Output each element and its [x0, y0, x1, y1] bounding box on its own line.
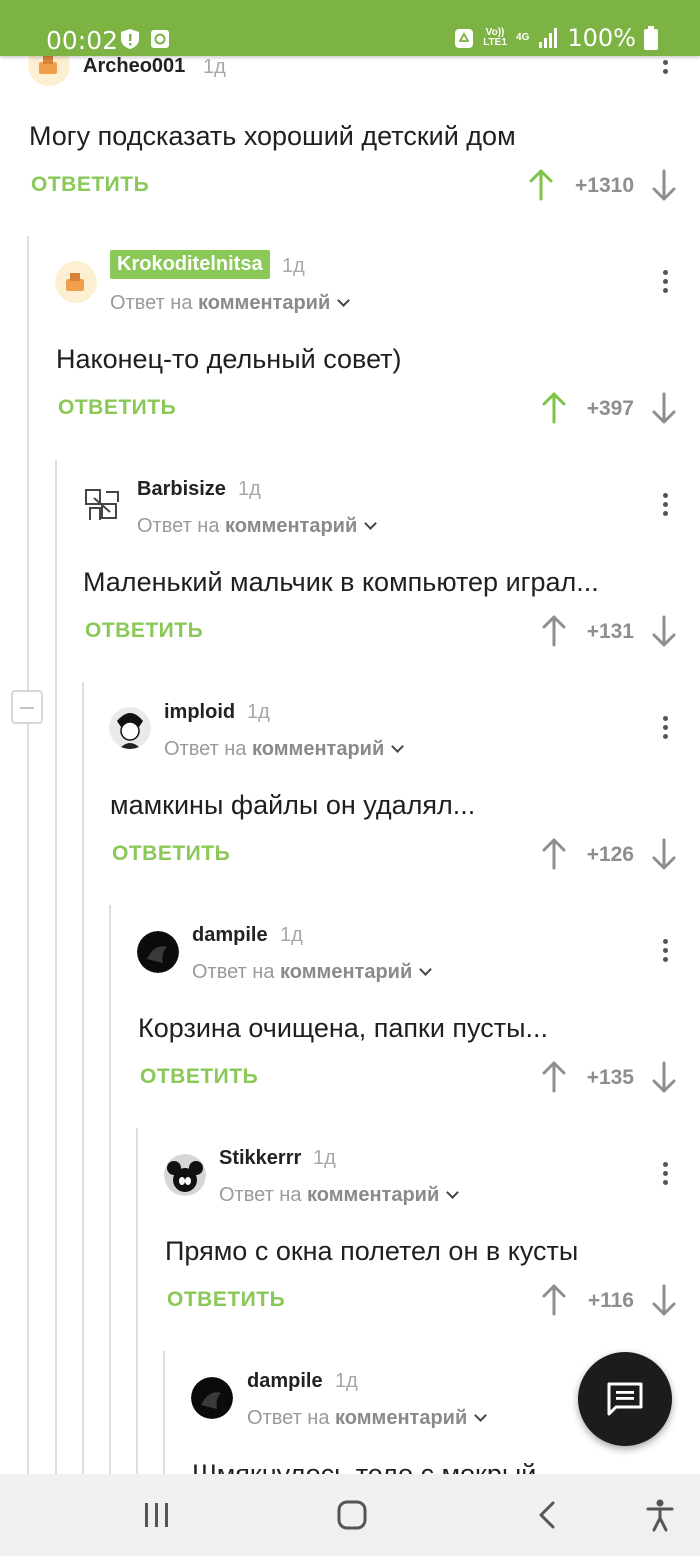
- comment-icon: [607, 1382, 643, 1416]
- comment-rating: +131: [586, 620, 634, 643]
- comment: imploid 1д Ответ на комментарий мамкины …: [0, 686, 700, 896]
- more-options-button[interactable]: [650, 264, 680, 298]
- reply-button[interactable]: ОТВЕТИТЬ: [112, 842, 230, 866]
- avatar[interactable]: [109, 707, 151, 749]
- comment-age: 1д: [238, 478, 261, 500]
- comment-text: Маленький мальчик в компьютер играл...: [83, 567, 599, 597]
- comment-text: Шмякнулось тело с мокрый...: [192, 1459, 559, 1474]
- reply-to-link[interactable]: Ответ на комментарий: [164, 738, 405, 761]
- downvote-icon[interactable]: [651, 614, 677, 648]
- upvote-icon[interactable]: [528, 168, 554, 202]
- comment-rating: +126: [586, 843, 634, 866]
- comment-text: мамкины файлы он удалял...: [110, 790, 476, 820]
- reply-to-prefix: Ответ на: [192, 961, 275, 983]
- comment-text: Прямо с окна полетел он в кусты: [165, 1236, 579, 1266]
- reply-to-target: комментарий: [252, 738, 385, 760]
- comment: Stikkerrr 1д Ответ на комментарий Прямо …: [0, 1132, 700, 1342]
- comment-author[interactable]: Stikkerrr: [219, 1147, 301, 1170]
- reply-to-prefix: Ответ на: [137, 515, 220, 537]
- signal-icon: [539, 28, 558, 48]
- recycle-icon: [455, 29, 474, 48]
- accessibility-icon[interactable]: [646, 1498, 674, 1532]
- more-options-button[interactable]: [650, 487, 680, 521]
- comment-age: 1д: [280, 924, 303, 946]
- comment-text: Могу подсказать хороший детский дом: [29, 121, 516, 151]
- app-notification-icon: [151, 30, 169, 48]
- reply-to-link[interactable]: Ответ на комментарий: [219, 1184, 460, 1207]
- comment-text: Наконец-то дельный совет): [56, 344, 402, 374]
- avatar[interactable]: [191, 1377, 233, 1419]
- reply-to-target: комментарий: [335, 1407, 468, 1429]
- status-time: 00:02: [46, 26, 119, 55]
- chevron-down-icon: [419, 963, 433, 976]
- comment-author[interactable]: Barbisize: [137, 478, 226, 501]
- chevron-down-icon: [364, 517, 378, 530]
- chevron-down-icon: [337, 294, 351, 307]
- chevron-down-icon: [391, 740, 405, 753]
- reply-to-target: комментарий: [307, 1184, 440, 1206]
- reply-to-target: комментарий: [225, 515, 358, 537]
- comment-age: 1д: [282, 255, 305, 277]
- reply-to-link[interactable]: Ответ на комментарий: [137, 515, 378, 538]
- comment-feed: Archeo001 1д Могу подсказать хороший дет…: [0, 0, 700, 1474]
- comment-age: 1д: [313, 1147, 336, 1169]
- volte-indicator: Vo)) LTE1: [483, 27, 507, 48]
- avatar[interactable]: [55, 261, 97, 303]
- recent-apps-icon[interactable]: [143, 1501, 171, 1529]
- comment-rating: +1310: [575, 174, 634, 197]
- comment-rating: +135: [586, 1066, 634, 1089]
- reply-to-target: комментарий: [280, 961, 413, 983]
- comment-age: 1д: [335, 1370, 358, 1392]
- reply-to-link[interactable]: Ответ на комментарий: [110, 292, 351, 315]
- comment-author[interactable]: Krokoditelnitsa: [110, 250, 270, 279]
- comment-rating: +397: [586, 397, 634, 420]
- comment-author[interactable]: dampile: [192, 924, 268, 947]
- reply-to-prefix: Ответ на: [164, 738, 247, 760]
- more-options-button[interactable]: [650, 933, 680, 967]
- reply-button[interactable]: ОТВЕТИТЬ: [167, 1288, 285, 1312]
- more-options-button[interactable]: [650, 1156, 680, 1190]
- downvote-icon[interactable]: [651, 837, 677, 871]
- downvote-icon[interactable]: [651, 168, 677, 202]
- home-icon[interactable]: [337, 1500, 367, 1530]
- battery-icon: [644, 26, 658, 50]
- reply-button[interactable]: ОТВЕТИТЬ: [140, 1065, 258, 1089]
- comment-rating: +116: [587, 1289, 634, 1312]
- comment-age: 1д: [247, 701, 270, 723]
- chevron-down-icon: [446, 1186, 460, 1199]
- more-options-button[interactable]: [650, 710, 680, 744]
- reply-to-link[interactable]: Ответ на комментарий: [247, 1407, 488, 1430]
- navigation-bar: [0, 1474, 700, 1556]
- chevron-down-icon: [474, 1409, 488, 1422]
- add-comment-button[interactable]: [578, 1352, 672, 1446]
- reply-to-target: комментарий: [198, 292, 331, 314]
- comment-author[interactable]: imploid: [164, 701, 235, 724]
- comment: dampile 1д Ответ на комментарий Корзина …: [0, 909, 700, 1119]
- reply-button[interactable]: ОТВЕТИТЬ: [58, 396, 176, 420]
- reply-to-link[interactable]: Ответ на комментарий: [192, 961, 433, 984]
- reply-to-prefix: Ответ на: [110, 292, 193, 314]
- downvote-icon[interactable]: [651, 1283, 677, 1317]
- comment-author[interactable]: dampile: [247, 1370, 323, 1393]
- network-type: 4G: [516, 32, 530, 43]
- comment-author[interactable]: Archeo001: [83, 55, 185, 78]
- avatar[interactable]: [82, 484, 124, 526]
- comment-age: 1д: [203, 56, 226, 78]
- downvote-icon[interactable]: [651, 391, 677, 425]
- status-bar: 00:02 Vo)) LTE1 4G 100%: [0, 0, 700, 56]
- avatar[interactable]: [137, 931, 179, 973]
- reply-to-prefix: Ответ на: [247, 1407, 330, 1429]
- reply-button[interactable]: ОТВЕТИТЬ: [85, 619, 203, 643]
- shield-icon: [121, 29, 139, 49]
- reply-to-prefix: Ответ на: [219, 1184, 302, 1206]
- avatar[interactable]: [164, 1154, 206, 1196]
- comment-text: Корзина очищена, папки пусты...: [138, 1013, 549, 1043]
- downvote-icon[interactable]: [651, 1060, 677, 1094]
- comment: Krokoditelnitsa 1д Ответ на комментарий …: [0, 240, 700, 450]
- reply-button[interactable]: ОТВЕТИТЬ: [31, 173, 149, 197]
- battery-level: 100%: [567, 24, 636, 52]
- back-icon[interactable]: [537, 1500, 559, 1530]
- comment: Barbisize 1д Ответ на комментарий Малень…: [0, 463, 700, 673]
